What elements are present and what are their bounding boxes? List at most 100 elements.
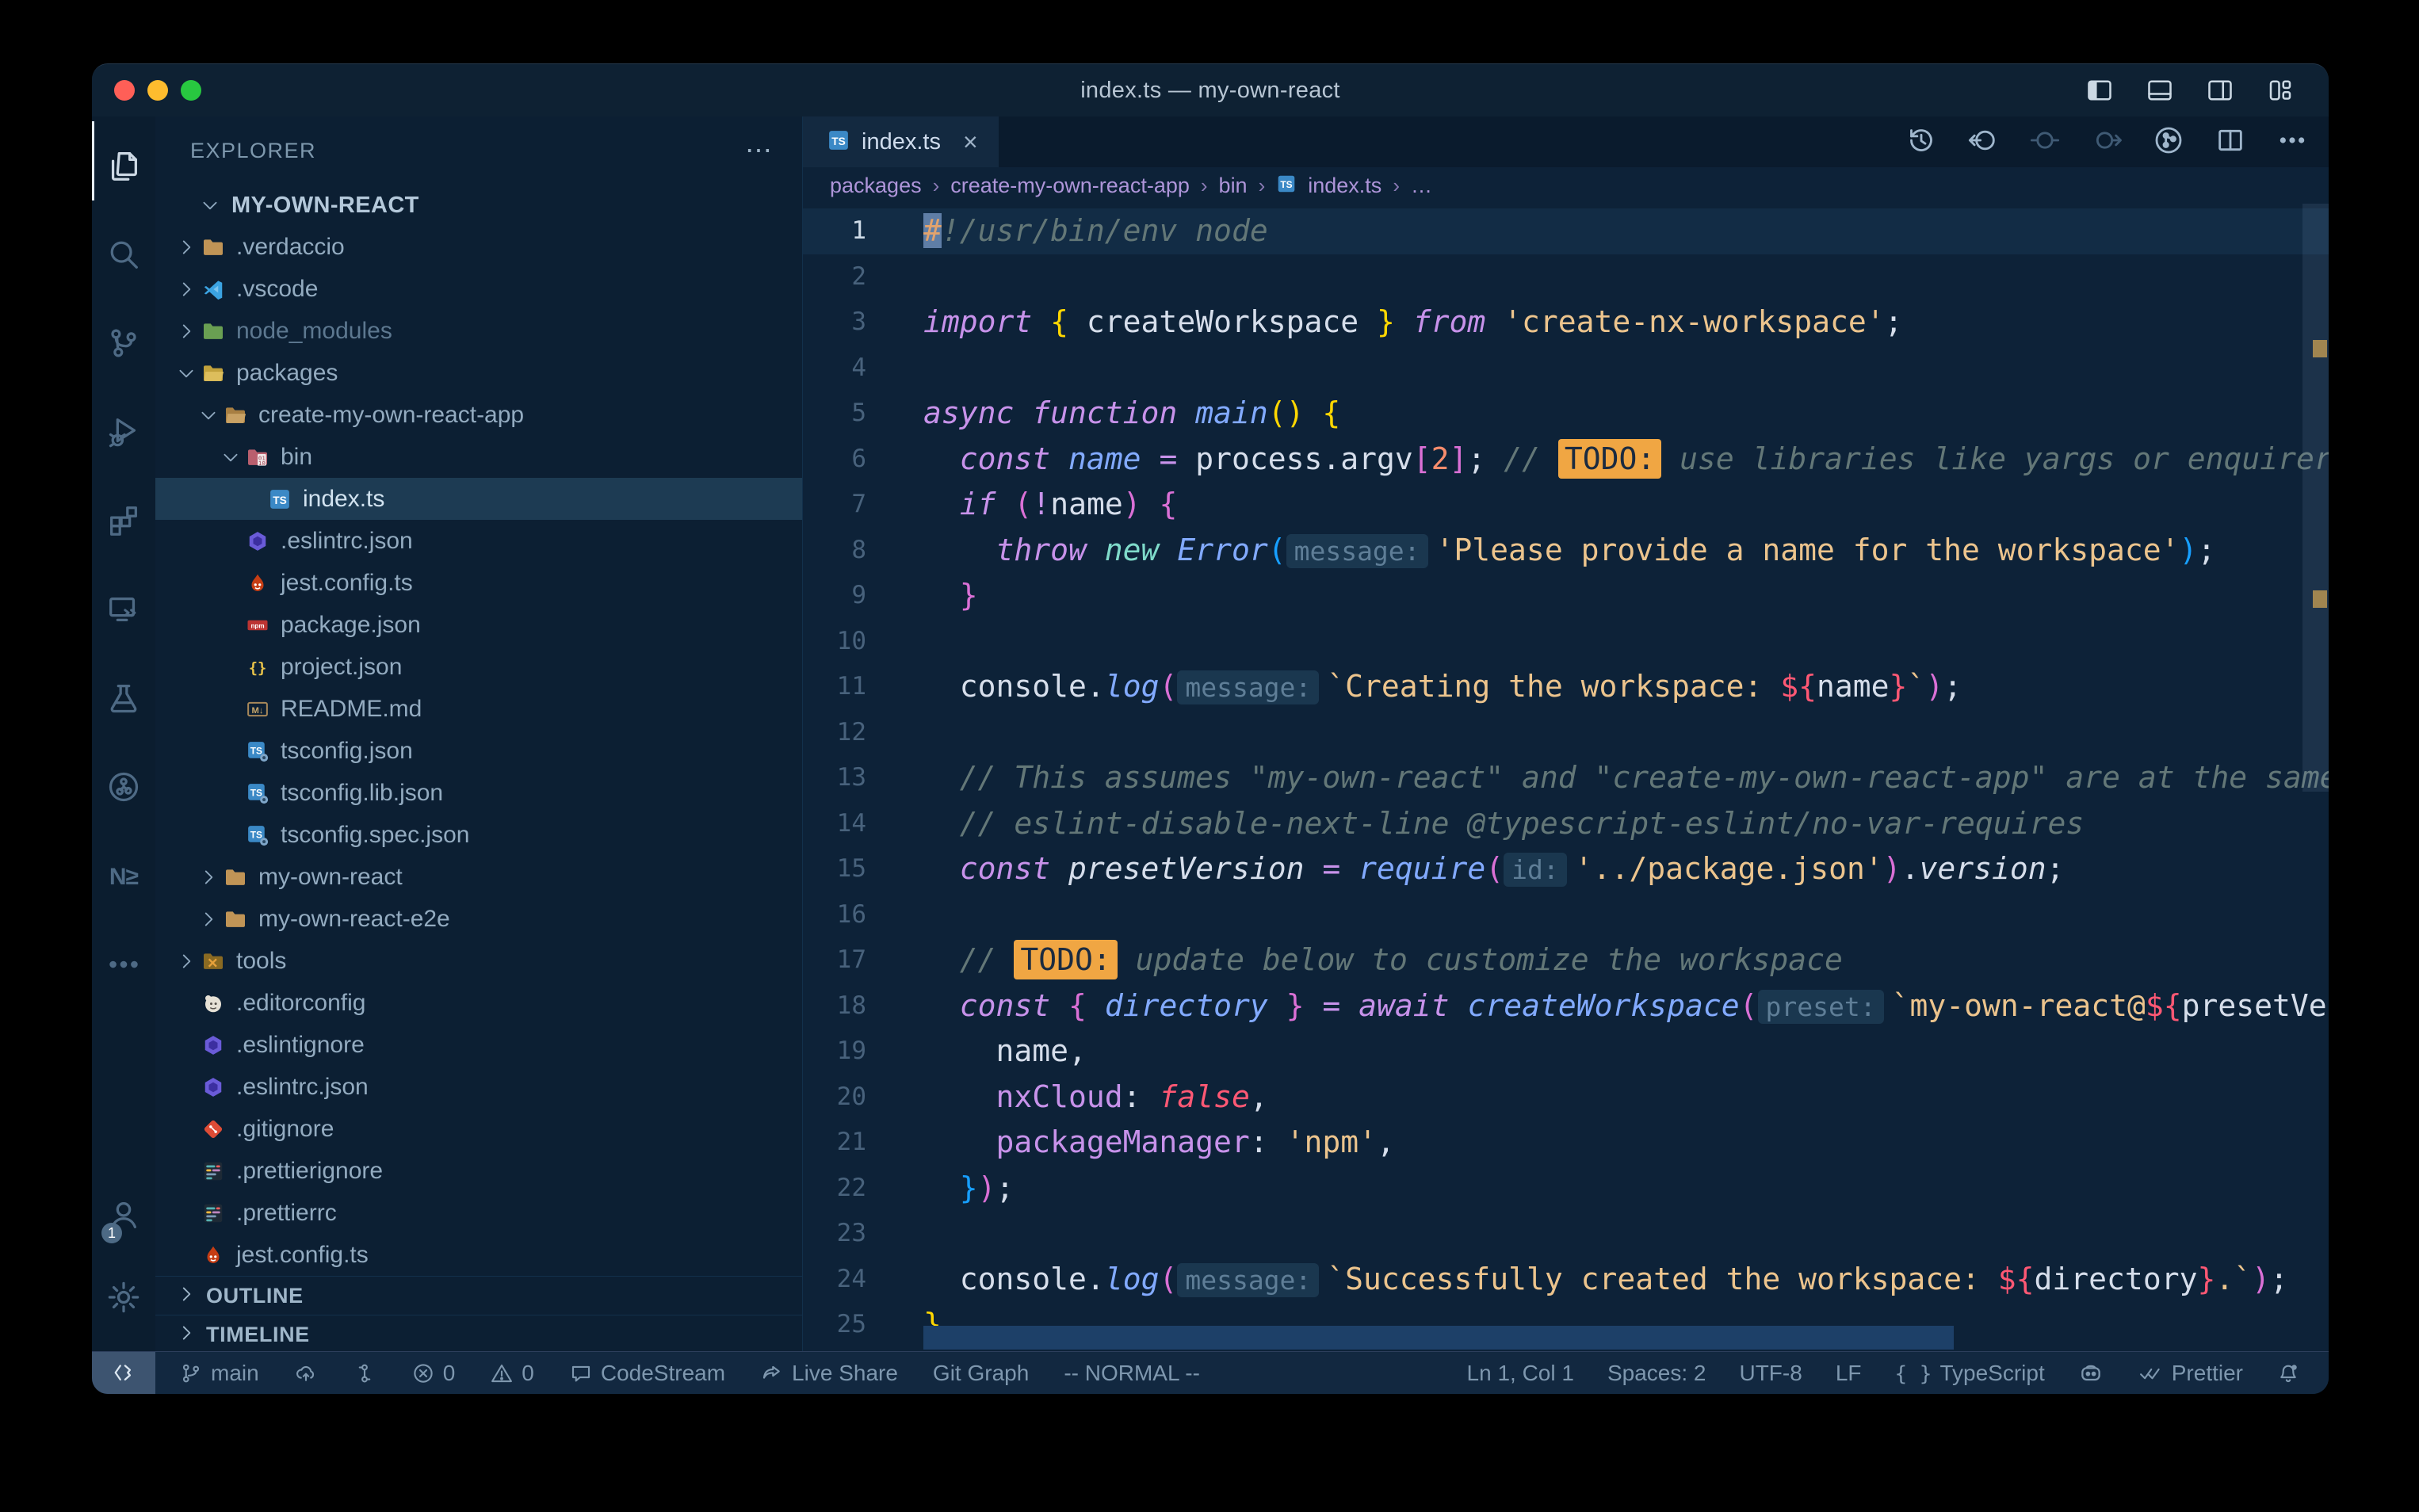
tab-index.ts[interactable]: TSindex.ts× (803, 116, 999, 167)
more-actions-icon[interactable] (2276, 124, 2308, 160)
code-line[interactable]: 15 const presetVersion = require(id:'../… (803, 846, 2329, 892)
horizontal-scrollbar[interactable] (923, 1326, 1954, 1350)
code-line[interactable]: 4 (803, 346, 2329, 391)
breadcrumb-more[interactable]: … (1411, 174, 1432, 198)
code-line[interactable]: 8 throw new Error(message:'Please provid… (803, 528, 2329, 574)
status-item-0[interactable]: 0 (490, 1361, 534, 1386)
close-window-button[interactable] (114, 80, 135, 101)
status-item-git-graph[interactable]: Git Graph (933, 1361, 1029, 1386)
tree-item[interactable]: packages (155, 352, 802, 394)
status-item-utf-8[interactable]: UTF-8 (1739, 1361, 1802, 1386)
code-line[interactable]: 21 packageManager: 'npm', (803, 1120, 2329, 1166)
tree-item[interactable]: .verdaccio (155, 226, 802, 268)
status-item[interactable] (294, 1361, 318, 1385)
minimize-window-button[interactable] (147, 80, 168, 101)
split-editor-icon[interactable] (2215, 124, 2246, 160)
code-line[interactable]: 7 if (!name) { (803, 482, 2329, 528)
tree-item[interactable]: .vscode (155, 268, 802, 310)
status-item-spaces-2[interactable]: Spaces: 2 (1607, 1361, 1706, 1386)
code-line[interactable]: 9 } (803, 573, 2329, 619)
status-item-codestream[interactable]: CodeStream (569, 1361, 725, 1386)
status-item-lf[interactable]: LF (1836, 1361, 1862, 1386)
code-line[interactable]: 24 console.log(message:`Successfully cre… (803, 1257, 2329, 1303)
timeline-history-icon[interactable] (1905, 124, 1937, 160)
activity-item-settings-gear[interactable] (92, 1258, 155, 1340)
tree-item[interactable]: my-own-react (155, 856, 802, 898)
tree-item[interactable]: .editorconfig (155, 982, 802, 1024)
breadcrumb-item[interactable]: bin (1219, 174, 1248, 198)
status-item[interactable] (353, 1361, 376, 1385)
toggle-panel-icon[interactable] (2143, 76, 2176, 105)
code-line[interactable]: 19 name, (803, 1029, 2329, 1075)
tree-item[interactable]: npmpackage.json (155, 604, 802, 646)
code-line[interactable]: 12 (803, 710, 2329, 756)
code-line[interactable]: 10 (803, 619, 2329, 665)
close-icon[interactable]: × (963, 128, 978, 157)
git-actions-icon[interactable] (2153, 124, 2184, 160)
activity-item-nx-console[interactable]: N≥ (92, 833, 155, 922)
code-line[interactable]: 23 (803, 1211, 2329, 1257)
tree-item[interactable]: .eslintrc.json (155, 520, 802, 562)
code-line[interactable]: 3import { createWorkspace } from 'create… (803, 300, 2329, 346)
tree-item[interactable]: TStsconfig.lib.json (155, 772, 802, 814)
remote-indicator[interactable] (92, 1352, 155, 1394)
tree-item[interactable]: TStsconfig.json (155, 730, 802, 772)
breadcrumb-item[interactable]: create-my-own-react-app (950, 174, 1190, 198)
tree-item[interactable]: jest.config.ts (155, 1234, 802, 1276)
code-line[interactable]: 18 const { directory } = await createWor… (803, 983, 2329, 1029)
status-item-prettier[interactable]: Prettier (2137, 1361, 2243, 1386)
sidebar-more-actions-button[interactable]: ⋯ (745, 143, 774, 158)
go-back-icon[interactable] (1967, 124, 1999, 160)
breadcrumb-file[interactable]: index.ts (1308, 174, 1381, 198)
activity-item-extensions[interactable] (92, 478, 155, 567)
activity-item-search[interactable] (92, 212, 155, 300)
code-line[interactable]: 22 }); (803, 1166, 2329, 1212)
activity-item-remote-explorer[interactable] (92, 567, 155, 655)
status-item-typescript[interactable]: { }TypeScript (1895, 1361, 2045, 1386)
code-line[interactable]: 16 (803, 892, 2329, 938)
sidebar-section-outline[interactable]: OUTLINE (155, 1276, 802, 1315)
status-item-main[interactable]: main (179, 1361, 259, 1386)
tree-item[interactable]: {}project.json (155, 646, 802, 688)
activity-item-account[interactable]: 1 (92, 1175, 155, 1258)
tree-item[interactable]: .prettierignore (155, 1150, 802, 1192)
tree-item[interactable]: .prettierrc (155, 1192, 802, 1234)
tree-item[interactable]: M↓README.md (155, 688, 802, 730)
breadcrumb-item[interactable]: packages (830, 174, 922, 198)
status-item[interactable] (2078, 1361, 2104, 1386)
toggle-secondary-sidebar-icon[interactable] (2203, 76, 2237, 105)
maximize-window-button[interactable] (181, 80, 201, 101)
code-editor[interactable]: 1#!/usr/bin/env node23import { createWor… (803, 204, 2329, 1351)
tree-item[interactable]: node_modules (155, 310, 802, 352)
status-item[interactable] (2276, 1361, 2300, 1385)
activity-item-source-control[interactable] (92, 300, 155, 389)
vertical-scrollbar[interactable] (2302, 204, 2329, 792)
activity-item-explorer[interactable] (92, 123, 155, 212)
status-item-0[interactable]: 0 (411, 1361, 456, 1386)
code-line[interactable]: 20 nxCloud: false, (803, 1075, 2329, 1121)
activity-item-git-graph[interactable] (92, 744, 155, 833)
tree-item[interactable]: .eslintignore (155, 1024, 802, 1066)
activity-item-more[interactable] (92, 922, 155, 1010)
status-item-ln-1-col-1[interactable]: Ln 1, Col 1 (1467, 1361, 1574, 1386)
next-change-icon[interactable] (2091, 124, 2123, 160)
tree-item[interactable]: jest.config.ts (155, 562, 802, 604)
customize-layout-icon[interactable] (2264, 76, 2297, 105)
tree-item[interactable]: TSindex.ts (155, 478, 802, 520)
tree-item[interactable]: .eslintrc.json (155, 1066, 802, 1108)
previous-change-icon[interactable] (2029, 124, 2061, 160)
tree-item[interactable]: 0110bin (155, 436, 802, 478)
sidebar-section-timeline[interactable]: TIMELINE (155, 1315, 802, 1354)
activity-item-testing[interactable] (92, 655, 155, 744)
status-item--normal-[interactable]: -- NORMAL -- (1064, 1361, 1200, 1386)
tree-item[interactable]: create-my-own-react-app (155, 394, 802, 436)
tree-item[interactable]: tools (155, 940, 802, 982)
code-line[interactable]: 11 console.log(message:`Creating the wor… (803, 664, 2329, 710)
project-root-row[interactable]: MY-OWN-REACT (155, 185, 802, 226)
tree-item[interactable]: my-own-react-e2e (155, 898, 802, 940)
activity-item-run-debug[interactable] (92, 389, 155, 478)
code-line[interactable]: 17 // TODO: update below to customize th… (803, 937, 2329, 983)
code-line[interactable]: 13 // This assumes "my-own-react" and "c… (803, 755, 2329, 801)
code-line[interactable]: 5async function main() { (803, 391, 2329, 437)
tree-item[interactable]: .gitignore (155, 1108, 802, 1150)
